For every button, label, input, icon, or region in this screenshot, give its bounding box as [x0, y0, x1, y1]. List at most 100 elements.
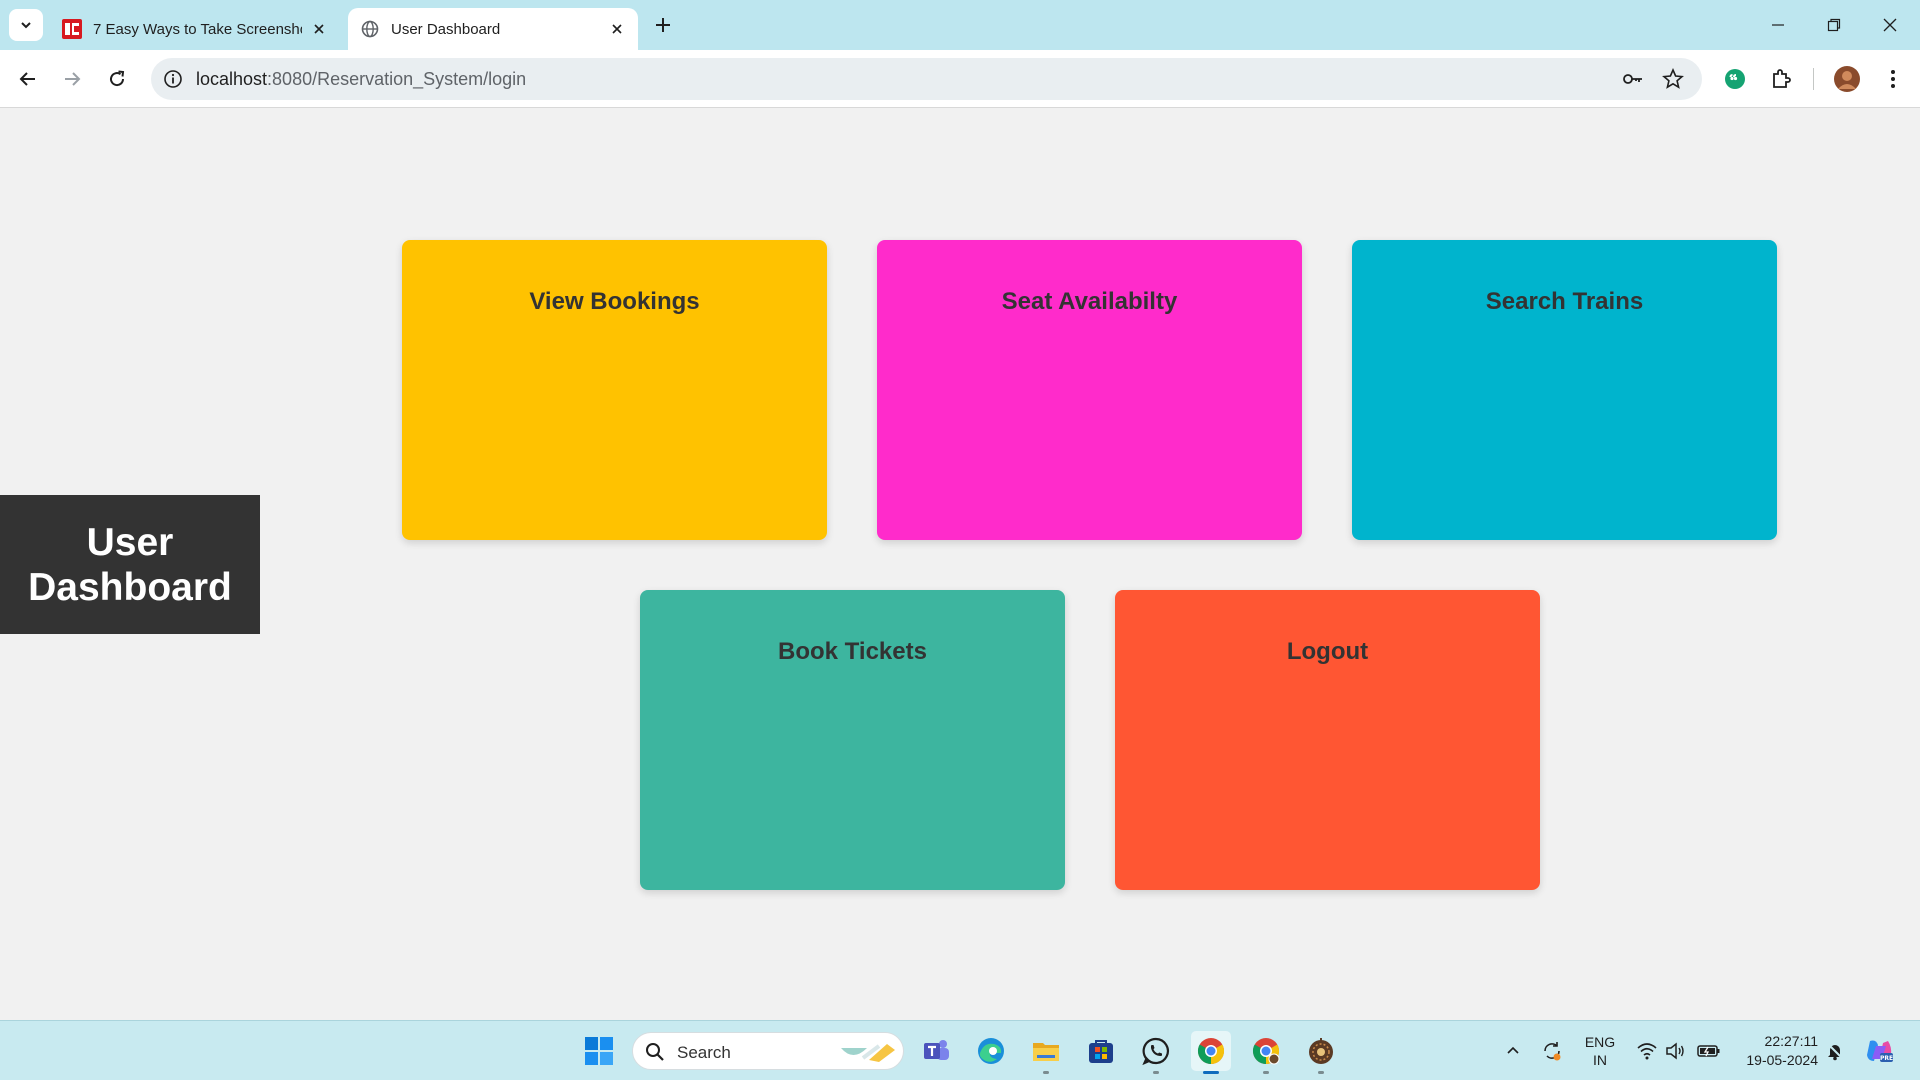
restore-button[interactable] [1806, 0, 1862, 50]
tor-app-button[interactable] [1301, 1031, 1341, 1074]
puzzle-icon [1773, 69, 1791, 88]
tab-search-button[interactable] [9, 9, 43, 41]
toolbar-divider [1813, 68, 1814, 90]
arrow-left-icon [19, 72, 35, 86]
close-tab-icon[interactable] [310, 20, 328, 38]
page-title: User Dashboard [0, 495, 260, 634]
clock-date: 19-05-2024 [1746, 1052, 1818, 1068]
plus-icon [656, 18, 670, 32]
show-hidden-icons-button[interactable] [1500, 1021, 1526, 1080]
url-text[interactable]: localhost:8080/Reservation_System/login [196, 69, 526, 90]
bell-off-icon [1827, 1043, 1843, 1061]
browser-tabstrip: 7 Easy Ways to Take Screenshots User Das… [0, 0, 1920, 50]
url-host: localhost [196, 69, 268, 89]
pcmag-favicon [62, 19, 82, 39]
volume-status[interactable] [1662, 1021, 1688, 1080]
profile-button[interactable] [1831, 63, 1863, 95]
tab-screenshots-article[interactable]: 7 Easy Ways to Take Screenshots [50, 8, 340, 50]
url-path: :8080/Reservation_System/login [267, 69, 527, 89]
tab-user-dashboard[interactable]: User Dashboard [348, 8, 638, 50]
search-trains-card[interactable]: Search Trains [1352, 240, 1777, 540]
back-button[interactable] [12, 63, 44, 95]
store-app-button[interactable] [1081, 1031, 1121, 1071]
onion-browser-icon [1309, 1038, 1333, 1064]
avatar [1834, 66, 1860, 92]
bookmark-star-icon[interactable] [1661, 67, 1685, 91]
copilot-icon: PRE [1867, 1040, 1893, 1062]
search-highlight-illustration [841, 1044, 895, 1062]
teams-icon [924, 1040, 949, 1060]
reload-icon [110, 70, 125, 87]
running-indicator [1318, 1071, 1324, 1074]
card-title: Seat Availabilty [1001, 288, 1178, 315]
copilot-button[interactable]: PRE [1862, 1021, 1896, 1080]
chrome-icon [1197, 1038, 1225, 1065]
card-title: Logout [1286, 638, 1369, 665]
search-placeholder: Search [677, 1043, 731, 1062]
region-code: IN [1593, 1052, 1607, 1068]
search-icon [646, 1043, 664, 1061]
running-indicator [1043, 1071, 1049, 1074]
start-button[interactable] [579, 1031, 619, 1071]
speaker-icon [1666, 1042, 1684, 1060]
taskbar-search[interactable]: Search [632, 1032, 904, 1070]
folder-icon [1033, 1043, 1059, 1061]
edge-app-button[interactable] [971, 1031, 1011, 1071]
more-vertical-icon [1891, 70, 1895, 88]
close-window-button[interactable] [1862, 0, 1918, 50]
tab-title: 7 Easy Ways to Take Screenshots [93, 20, 302, 38]
chrome-app-button[interactable] [1191, 1031, 1231, 1074]
teams-app-button[interactable] [916, 1031, 956, 1071]
menu-button[interactable] [1877, 63, 1909, 95]
chrome-profile-app-button[interactable] [1246, 1031, 1286, 1074]
chevron-down-icon [21, 22, 31, 29]
password-key-icon[interactable] [1621, 67, 1645, 91]
store-icon [1089, 1040, 1113, 1063]
whatsapp-icon [1142, 1037, 1169, 1066]
battery-status[interactable] [1694, 1021, 1724, 1080]
logout-card[interactable]: Logout [1115, 590, 1540, 890]
svg-text:PRE: PRE [1880, 1055, 1893, 1062]
system-clock[interactable]: 22:27:11 19-05-2024 [1732, 1032, 1818, 1070]
card-title: Search Trains [1485, 288, 1644, 315]
new-tab-button[interactable] [650, 12, 676, 38]
input-language-indicator[interactable]: ENG IN [1574, 1033, 1626, 1069]
close-icon [1883, 18, 1897, 32]
address-bar[interactable]: localhost:8080/Reservation_System/login [151, 58, 1702, 100]
minimize-button[interactable] [1750, 0, 1806, 50]
notifications-button[interactable] [1822, 1021, 1848, 1080]
reload-button[interactable] [101, 63, 133, 95]
extensions-button[interactable] [1765, 63, 1797, 95]
card-title: View Bookings [529, 288, 700, 315]
forward-button[interactable] [56, 63, 88, 95]
minimize-icon [1772, 24, 1784, 26]
language-code: ENG [1584, 1034, 1616, 1050]
windows-logo-icon [585, 1037, 613, 1065]
taskbar: Search ENG IN 22:27:11 19-05-2024 PRE [0, 1020, 1920, 1080]
chrome-icon [1252, 1038, 1280, 1065]
whatsapp-app-button[interactable] [1136, 1031, 1176, 1074]
file-explorer-app-button[interactable] [1026, 1031, 1066, 1074]
view-bookings-card[interactable]: View Bookings [402, 240, 827, 540]
restore-icon [1827, 18, 1841, 32]
chevron-up-icon [1507, 1046, 1519, 1054]
running-indicator [1153, 1071, 1159, 1074]
running-indicator [1203, 1071, 1219, 1074]
running-indicator [1263, 1071, 1269, 1074]
seat-availability-card[interactable]: Seat Availabilty [877, 240, 1302, 540]
book-tickets-card[interactable]: Book Tickets [640, 590, 1065, 890]
sync-status-button[interactable] [1537, 1021, 1567, 1080]
grammarly-extension-button[interactable] [1719, 63, 1751, 95]
globe-icon [360, 19, 380, 39]
wifi-status[interactable] [1634, 1021, 1660, 1080]
sync-icon [1544, 1042, 1561, 1061]
grammarly-icon [1725, 69, 1745, 89]
clock-time: 22:27:11 [1764, 1033, 1818, 1049]
edge-icon [978, 1038, 1004, 1064]
arrow-right-icon [65, 72, 81, 86]
browser-toolbar: localhost:8080/Reservation_System/login [0, 50, 1920, 108]
site-info-icon[interactable] [161, 67, 185, 91]
page-content: User Dashboard View Bookings Seat Availa… [0, 108, 1920, 1020]
close-tab-icon[interactable] [608, 20, 626, 38]
card-title: Book Tickets [778, 638, 927, 665]
